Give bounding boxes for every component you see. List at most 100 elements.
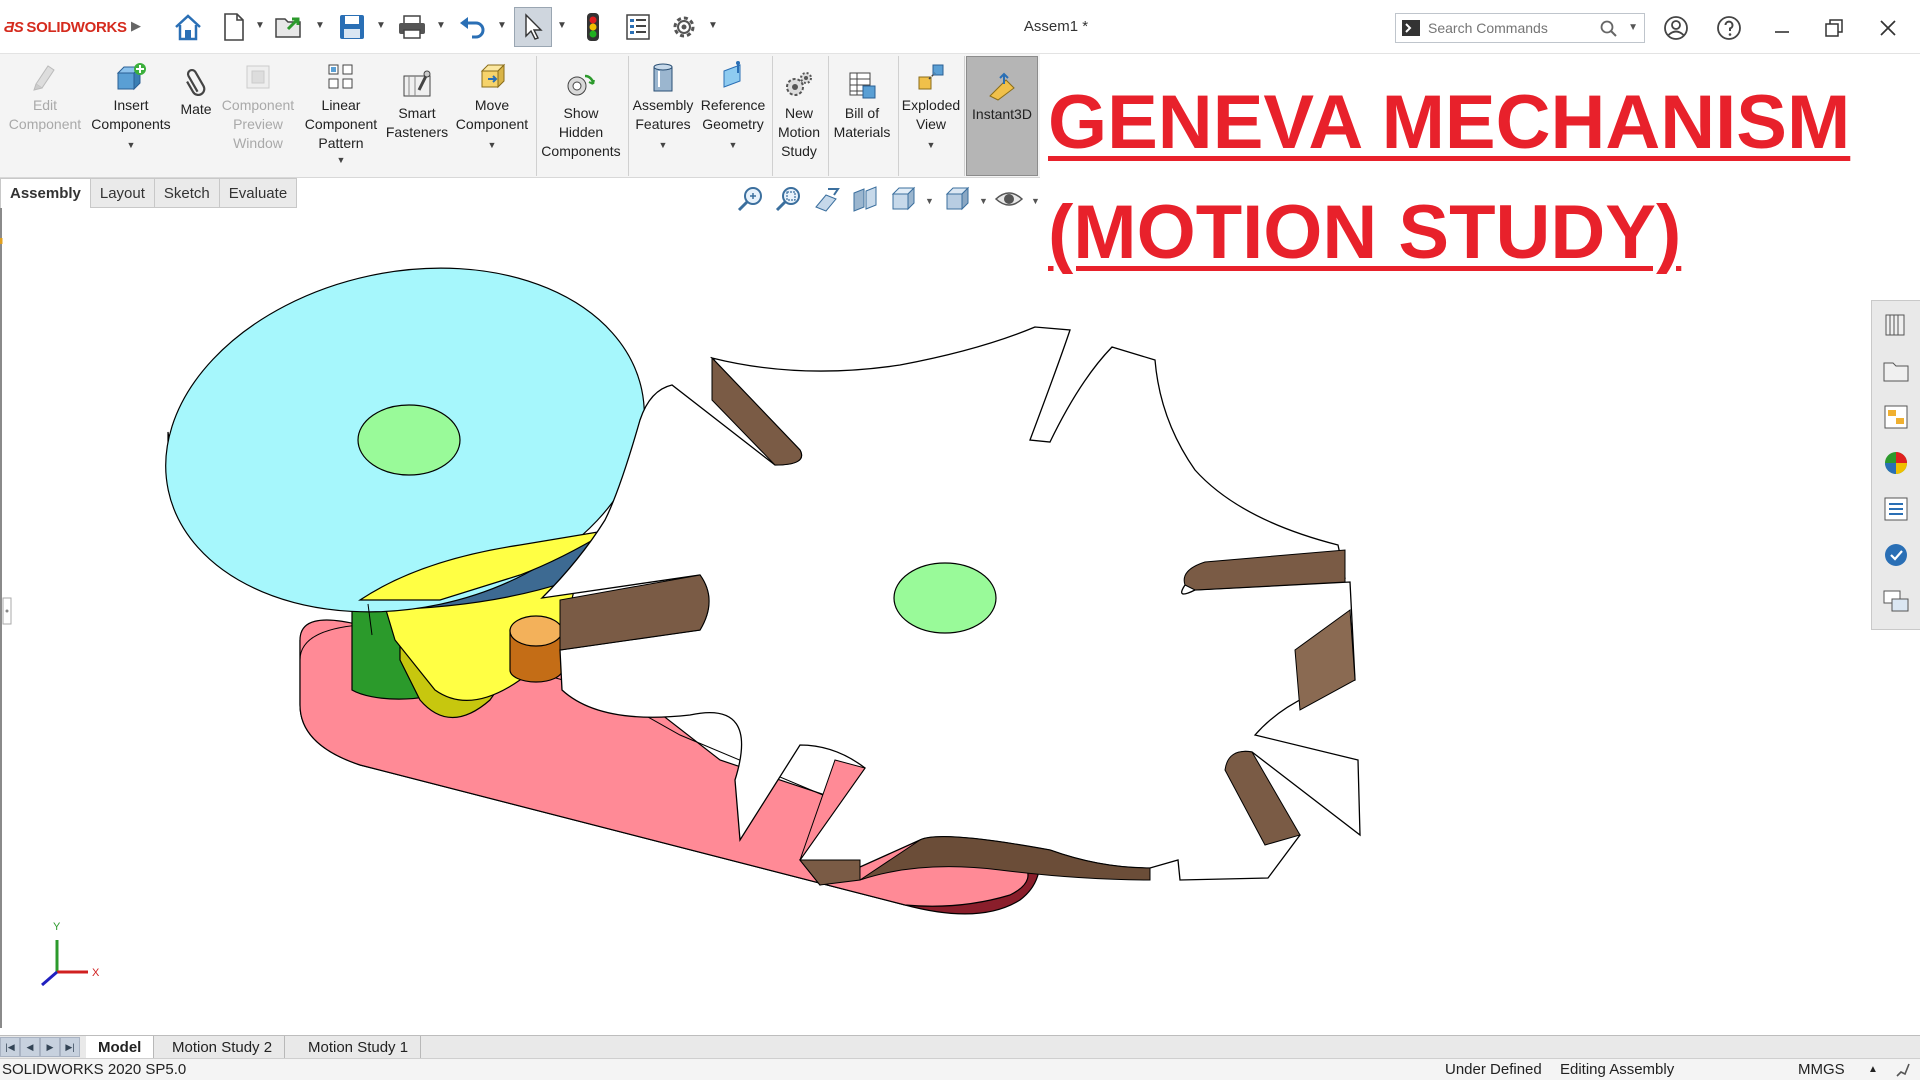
quick-tips-icon[interactable] [1895, 1062, 1911, 1080]
motion-study-gears-icon [782, 68, 816, 102]
tab-assembly[interactable]: Assembly [0, 178, 91, 208]
drive-disc-center-mark [357, 404, 461, 476]
reference-geometry-button[interactable]: Reference Geometry ▼ [698, 60, 768, 172]
instant3d-button[interactable]: Instant3D [966, 56, 1038, 176]
insert-components-dropdown-icon[interactable]: ▼ [127, 136, 136, 155]
close-icon [1880, 20, 1896, 36]
drive-pin[interactable] [509, 615, 563, 683]
undo-dropdown-icon[interactable]: ▼ [497, 20, 507, 31]
display-style-dropdown-icon[interactable]: ▼ [979, 196, 988, 206]
design-library-tab[interactable] [1876, 351, 1916, 391]
print-dropdown-icon[interactable]: ▼ [436, 20, 446, 31]
file-properties-button[interactable] [618, 8, 658, 46]
save-button[interactable] [332, 8, 372, 46]
smart-fasteners-button[interactable]: Smart Fasteners [384, 60, 450, 172]
search-icon[interactable] [1600, 20, 1618, 41]
new-dropdown-icon[interactable]: ▼ [255, 20, 265, 31]
solidworks-logo[interactable]: ƋS SOLIDWORKS [4, 16, 127, 38]
command-prompt-icon [1400, 18, 1422, 38]
paperclip-mate-icon [179, 64, 213, 98]
search-input[interactable] [1428, 20, 1603, 36]
move-component-button[interactable]: Move Component ▼ [452, 60, 532, 172]
custom-properties-tab[interactable] [1876, 489, 1916, 529]
assembly-features-button[interactable]: Assembly Features ▼ [630, 60, 696, 172]
move-component-dropdown-icon[interactable]: ▼ [488, 136, 497, 155]
undo-button[interactable] [452, 8, 492, 46]
help-button[interactable] [1713, 12, 1745, 44]
appearances-tab[interactable] [1876, 443, 1916, 483]
tab-evaluate[interactable]: Evaluate [219, 178, 298, 208]
save-dropdown-icon[interactable]: ▼ [376, 20, 386, 31]
select-dropdown-icon[interactable]: ▼ [557, 20, 567, 31]
assembly-features-icon [646, 60, 680, 94]
select-button[interactable] [514, 7, 552, 47]
component-preview-window-button[interactable]: Component Preview Window [218, 60, 298, 172]
graphics-area[interactable]: Y X [0, 208, 1872, 1036]
previous-tab-arrow-icon[interactable]: ◀ [20, 1037, 40, 1057]
file-explorer-tab[interactable] [1876, 397, 1916, 437]
search-commands-box[interactable]: ▼ [1395, 13, 1645, 43]
definition-status: Under Defined [1445, 1061, 1542, 1078]
design-library-folder-icon [1883, 362, 1909, 382]
tab-model[interactable]: Model [86, 1036, 155, 1059]
open-folder-icon [275, 17, 301, 38]
minimize-button[interactable] [1766, 12, 1798, 44]
linear-component-pattern-button[interactable]: Linear Component Pattern ▼ [300, 60, 382, 172]
open-dropdown-icon[interactable]: ▼ [315, 20, 325, 31]
document-tabs-bar: |◀ ◀ ▶ ▶| Model Motion Study 2 Motion St… [0, 1035, 1920, 1059]
separator [964, 56, 965, 176]
insert-components-button[interactable]: Insert Components ▼ [88, 60, 174, 172]
assembly-features-dropdown-icon[interactable]: ▼ [659, 136, 668, 155]
first-tab-arrow-icon[interactable]: |◀ [0, 1037, 20, 1057]
solidworks-forum-tab[interactable] [1876, 535, 1916, 575]
options-dropdown-icon[interactable]: ▼ [708, 20, 718, 31]
tab-layout[interactable]: Layout [90, 178, 155, 208]
bill-of-materials-button[interactable]: Bill of Materials [830, 60, 894, 172]
file-explorer-icon [1884, 405, 1908, 429]
linear-pattern-dropdown-icon[interactable]: ▼ [337, 151, 346, 170]
new-document-button[interactable] [214, 8, 254, 46]
menu-flyout-arrow-icon[interactable]: ▶ [131, 18, 141, 34]
gear-icon [673, 16, 695, 38]
home-icon [175, 14, 201, 41]
rebuild-button[interactable] [576, 8, 610, 46]
geneva-wheel-center-mark [893, 562, 997, 634]
open-button[interactable] [270, 8, 310, 46]
linear-pattern-icon [324, 60, 358, 94]
search-dropdown-icon[interactable]: ▼ [1628, 22, 1638, 33]
units-up-arrow-icon[interactable]: ▲ [1868, 1064, 1878, 1075]
triad-y-label: Y [53, 921, 61, 933]
brand-name: SOLIDWORKS [26, 18, 127, 36]
solidworks-resources-tab[interactable] [1876, 305, 1916, 345]
unit-system-selector[interactable]: MMGS [1798, 1061, 1845, 1078]
chat-bubbles-icon [1883, 590, 1909, 612]
tab-motion-study-1[interactable]: Motion Study 1 [296, 1036, 422, 1059]
insert-components-icon [114, 60, 148, 94]
hide-show-dropdown-icon[interactable]: ▼ [1031, 196, 1040, 206]
account-button[interactable] [1660, 12, 1692, 44]
editing-mode-status[interactable]: Editing Assembly [1560, 1061, 1674, 1078]
last-tab-arrow-icon[interactable]: ▶| [60, 1037, 80, 1057]
print-icon [399, 15, 425, 39]
next-tab-arrow-icon[interactable]: ▶ [40, 1037, 60, 1057]
separator [772, 56, 773, 176]
options-button[interactable] [664, 8, 704, 46]
tab-sketch[interactable]: Sketch [154, 178, 220, 208]
edit-component-button[interactable]: Edit Component [4, 60, 86, 172]
minimize-icon [1775, 31, 1789, 33]
new-motion-study-button[interactable]: New Motion Study [774, 60, 824, 172]
separator [628, 56, 629, 176]
home-button[interactable] [168, 8, 208, 46]
mate-button[interactable]: Mate [176, 60, 216, 172]
show-hidden-components-button[interactable]: Show Hidden Components [538, 60, 624, 172]
view-orientation-dropdown-icon[interactable]: ▼ [925, 196, 934, 206]
exploded-view-icon [914, 60, 948, 94]
tab-motion-study-2[interactable]: Motion Study 2 [160, 1036, 286, 1059]
exploded-view-dropdown-icon[interactable]: ▼ [927, 136, 936, 155]
close-button[interactable] [1872, 12, 1904, 44]
forum-chat-tab[interactable] [1876, 581, 1916, 621]
print-button[interactable] [392, 8, 432, 46]
reference-geometry-dropdown-icon[interactable]: ▼ [729, 136, 738, 155]
exploded-view-button[interactable]: Exploded View ▼ [900, 60, 962, 172]
restore-button[interactable] [1818, 12, 1850, 44]
